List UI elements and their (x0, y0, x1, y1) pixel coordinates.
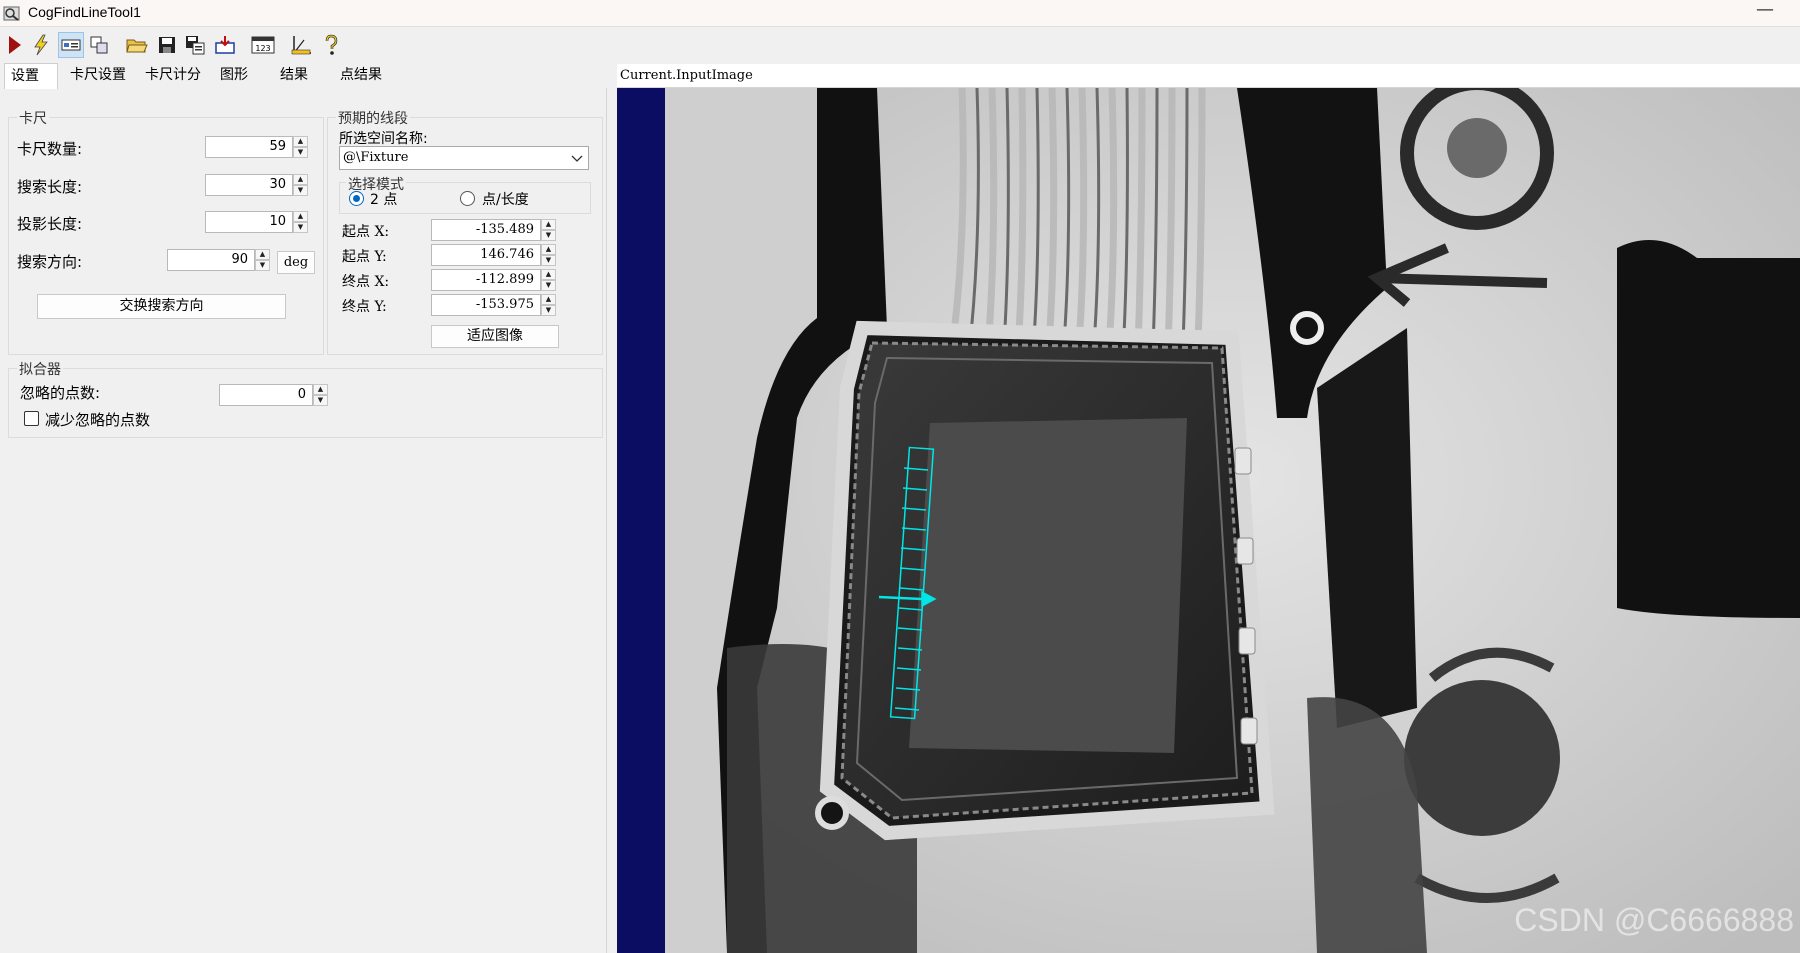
window-title: CogFindLineTool1 (28, 4, 141, 20)
end-y-label: 终点 Y: (342, 299, 387, 315)
search-direction-field[interactable]: 90 (167, 249, 255, 271)
start-y-label: 起点 Y: (342, 249, 387, 265)
svg-text:123: 123 (255, 44, 270, 53)
tab-caliper-scoring[interactable]: 卡尺计分 (139, 63, 209, 88)
ignore-points-stepper[interactable]: ▲ ▼ (313, 384, 328, 406)
end-y-stepper[interactable]: ▲ ▼ (541, 294, 556, 316)
watermark: CSDN @C6666888 (1514, 902, 1794, 938)
search-length-stepper[interactable]: ▲ ▼ (293, 174, 308, 196)
tab-caliper-settings[interactable]: 卡尺设置 (64, 63, 134, 88)
ignore-points-field[interactable]: 0 (219, 384, 313, 406)
two-points-label: 2 点 (370, 192, 398, 208)
image-viewer[interactable]: CSDN @C6666888 (617, 88, 1800, 953)
end-x-label: 终点 X: (342, 274, 390, 290)
title-bar: CogFindLineTool1 — (0, 0, 1800, 27)
copy-region-icon[interactable] (86, 32, 112, 58)
end-x-stepper[interactable]: ▲ ▼ (541, 269, 556, 291)
caliper-group-title: 卡尺 (17, 108, 49, 128)
two-points-radio[interactable] (349, 191, 364, 206)
space-name-value: @\Fixture (343, 150, 409, 165)
search-length-label: 搜索长度: (17, 178, 83, 196)
caliper-count-stepper[interactable]: ▲ ▼ (293, 136, 308, 158)
expected-segment-title: 预期的线段 (336, 108, 410, 128)
inspection-image (665, 88, 1800, 953)
reduce-ignored-checkbox[interactable] (24, 411, 39, 426)
deg-unit-button[interactable]: deg (277, 251, 315, 274)
projection-length-field[interactable]: 10 (205, 211, 293, 233)
viewer-image-label: Current.InputImage (620, 68, 753, 83)
end-y-field[interactable]: -153.975 (431, 294, 541, 316)
viewer-header: Current.InputImage (617, 64, 1800, 88)
counter-123-icon[interactable]: 123 (250, 32, 276, 58)
point-length-radio[interactable] (460, 191, 475, 206)
run-icon[interactable] (2, 32, 28, 58)
tab-settings[interactable]: 设置 (4, 63, 58, 89)
start-x-stepper[interactable]: ▲ ▼ (541, 219, 556, 241)
space-name-dropdown[interactable]: @\Fixture (339, 146, 589, 170)
measure-icon[interactable] (288, 32, 314, 58)
projection-length-stepper[interactable]: ▲ ▼ (293, 211, 308, 233)
search-direction-stepper[interactable]: ▲ ▼ (255, 249, 270, 271)
projection-length-label: 投影长度: (17, 215, 83, 233)
toolbar: 123 (0, 27, 1800, 63)
help-icon[interactable] (318, 32, 344, 58)
start-x-field[interactable]: -135.489 (431, 219, 541, 241)
swap-direction-button[interactable]: 交换搜索方向 (37, 294, 286, 319)
tab-results[interactable]: 结果 (274, 63, 324, 88)
import-icon[interactable] (212, 32, 238, 58)
search-length-field[interactable]: 30 (205, 174, 293, 196)
save-as-icon[interactable] (182, 32, 208, 58)
open-folder-icon[interactable] (124, 32, 150, 58)
chevron-down-icon (571, 155, 583, 162)
tab-point-results[interactable]: 点结果 (334, 63, 394, 88)
start-y-stepper[interactable]: ▲ ▼ (541, 244, 556, 266)
start-y-field[interactable]: 146.746 (431, 244, 541, 266)
end-x-field[interactable]: -112.899 (431, 269, 541, 291)
search-direction-label: 搜索方向: (17, 253, 83, 271)
ignore-points-label: 忽略的点数: (20, 384, 101, 402)
app-icon (3, 6, 20, 21)
caliper-count-label: 卡尺数量: (17, 140, 83, 158)
tab-bar: 设置 卡尺设置 卡尺计分 图形 结果 点结果 (0, 63, 390, 89)
start-x-label: 起点 X: (342, 224, 390, 240)
fitter-group-title: 拟合器 (17, 359, 63, 379)
caliper-count-field[interactable]: 59 (205, 136, 293, 158)
tab-graphics[interactable]: 图形 (214, 63, 264, 88)
minimize-button[interactable]: — (1730, 0, 1800, 27)
save-icon[interactable] (154, 32, 180, 58)
fit-image-button[interactable]: 适应图像 (431, 325, 559, 348)
point-length-label: 点/长度 (482, 192, 529, 208)
image-tool-icon[interactable] (58, 32, 84, 58)
reduce-ignored-label: 减少忽略的点数 (45, 411, 151, 429)
lightning-icon[interactable] (28, 32, 54, 58)
space-name-label: 所选空间名称: (339, 131, 428, 147)
